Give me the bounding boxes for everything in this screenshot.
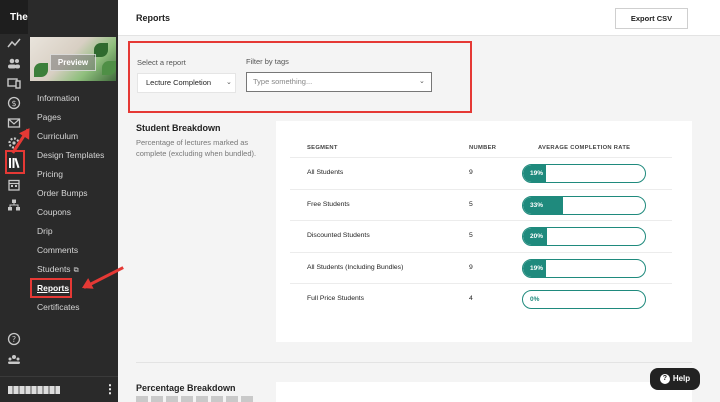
number-cell: 9 [469, 169, 473, 176]
reports-highlight-box [30, 278, 72, 298]
svg-text:?: ? [12, 335, 16, 344]
library-highlight-box [5, 150, 25, 174]
sidebar-item-drip[interactable]: Drip [37, 226, 53, 236]
segment-cell: Full Price Students [307, 295, 365, 302]
sidebar-item-label: Students [37, 264, 71, 274]
help-button[interactable]: ? Help [650, 368, 700, 390]
number-cell: 5 [469, 232, 473, 239]
icon-rail: $ ? [0, 0, 28, 402]
sidebar-item-coupons[interactable]: Coupons [37, 207, 71, 217]
table-row: Full Price Students 4 0% [290, 283, 672, 315]
number-cell: 5 [469, 200, 473, 208]
email-icon[interactable] [6, 116, 22, 132]
community-icon[interactable] [6, 352, 22, 368]
sidebar-item-pages[interactable]: Pages [37, 112, 61, 122]
percentage-breakdown-card [276, 382, 692, 402]
completion-rate-label: 20% [530, 233, 544, 240]
completion-rate-label: 33% [530, 201, 544, 209]
column-header-rate: AVERAGE COMPLETION RATE [538, 145, 631, 151]
sidebar-item-label: Curriculum [37, 131, 79, 141]
table-row: Discounted Students 5 20% [290, 220, 672, 252]
completion-progress-bar: 20% [522, 227, 646, 246]
student-breakdown-desc-1: Percentage of lectures marked as [136, 138, 249, 147]
completion-progress-bar: 0% [522, 290, 646, 309]
export-csv-button[interactable]: Export CSV [615, 8, 688, 29]
help-label: Help [672, 374, 691, 383]
completion-progress-bar: 33% [522, 195, 646, 215]
sidebar-item-information[interactable]: Information [37, 93, 80, 103]
help-icon: ? [659, 373, 670, 384]
student-breakdown-title: Student Breakdown [136, 123, 221, 133]
page-title: Reports [136, 13, 171, 23]
user-name-redacted [8, 386, 60, 394]
preview-button[interactable]: Preview [50, 54, 96, 71]
page-header: Reports Export CSV [118, 0, 720, 36]
svg-text:$: $ [11, 99, 16, 108]
analytics-icon[interactable] [6, 36, 22, 52]
segment-cell: All Students (Including Bundles) [307, 263, 404, 271]
completion-progress-bar: 19% [522, 258, 646, 278]
more-options-icon[interactable]: ⋮ [104, 382, 116, 396]
external-link-icon: ⧉ [73, 267, 79, 274]
sidebar-item-curriculum[interactable]: Curriculum [37, 131, 78, 141]
column-header-number: NUMBER [469, 145, 497, 151]
calendar-icon[interactable] [6, 178, 22, 194]
sidebar-item-design-templates[interactable]: Design Templates [37, 150, 104, 160]
completion-rate-label: 0% [530, 296, 540, 303]
sidebar-item-label: Drip [37, 226, 53, 236]
student-breakdown-desc-2: complete (excluding when bundled). [136, 149, 257, 158]
sidebar-item-pricing[interactable]: Pricing [37, 169, 63, 179]
student-breakdown-table: SEGMENT NUMBER AVERAGE COMPLETION RATE A… [276, 121, 692, 342]
sidebar-item-label: Design Templates [37, 150, 105, 160]
sidebar-item-order-bumps[interactable]: Order Bumps [37, 188, 88, 198]
filters-highlight-box [128, 41, 472, 113]
sidebar-item-label: Certificates [37, 302, 80, 312]
sidebar-item-label: Pricing [37, 169, 63, 179]
table-row: All Students (Including Bundles) 9 19% [290, 251, 672, 284]
completion-progress-bar: 19% [522, 164, 646, 183]
sidebar-item-comments[interactable]: Comments [37, 245, 78, 255]
section-divider [136, 362, 692, 363]
sidebar-item-label: Information [37, 93, 80, 103]
sitemap-icon[interactable] [6, 198, 22, 214]
sidebar-item-label: Comments [37, 245, 79, 255]
completion-rate-label: 19% [530, 170, 544, 177]
sidebar-item-label: Pages [37, 112, 62, 122]
column-header-segment: SEGMENT [307, 145, 338, 151]
table-row: Free Students 5 33% [290, 188, 672, 221]
help-circle-icon[interactable]: ? [6, 332, 22, 348]
sales-icon[interactable]: $ [6, 96, 22, 112]
sidebar-item-certificates[interactable]: Certificates [37, 302, 80, 312]
users-icon[interactable] [6, 56, 22, 72]
number-cell: 9 [469, 263, 473, 271]
sidebar-item-students[interactable]: Students ⧉ [37, 264, 79, 275]
table-row: All Students 9 19% [290, 157, 672, 189]
segment-cell: Free Students [307, 200, 350, 208]
number-cell: 4 [469, 295, 473, 302]
percentage-breakdown-title: Percentage Breakdown [136, 383, 236, 393]
sidebar-item-label: Coupons [37, 207, 72, 217]
percentage-breakdown-desc-redacted [136, 396, 256, 402]
account-bar[interactable]: ⋮ [0, 376, 118, 402]
completion-rate-label: 19% [530, 264, 544, 272]
sidebar-item-label: Order Bumps [37, 188, 88, 198]
site-icon[interactable] [6, 76, 22, 92]
segment-cell: All Students [307, 169, 344, 176]
segment-cell: Discounted Students [307, 232, 370, 239]
